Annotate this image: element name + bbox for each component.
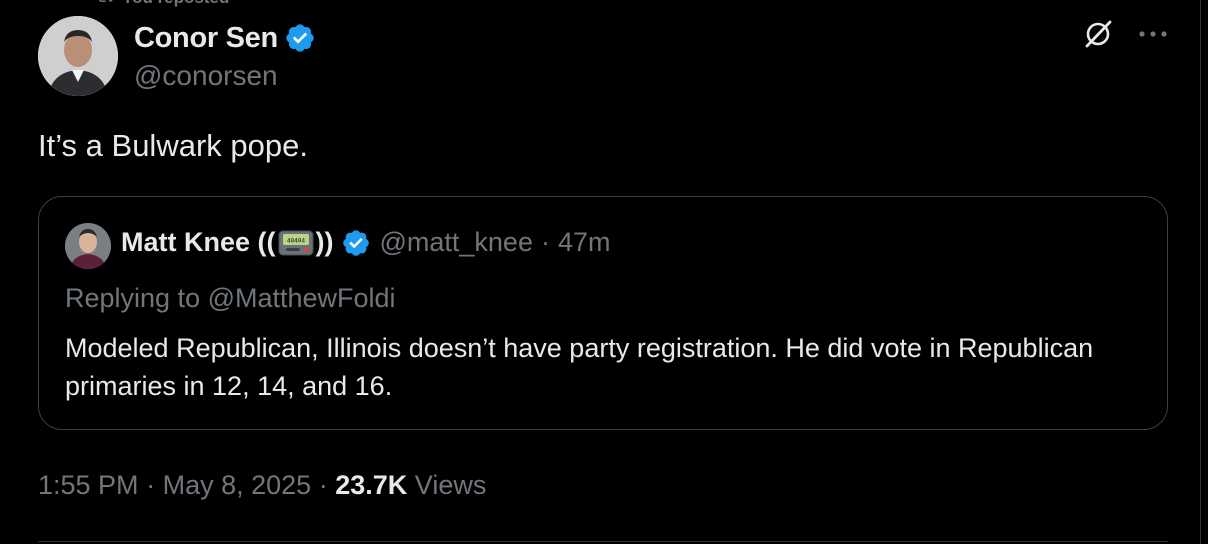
quoted-meta-separator: · — [540, 227, 550, 257]
tweet-text: It’s a Bulwark pope. — [38, 128, 308, 163]
quoted-verified-badge-icon[interactable] — [341, 228, 371, 258]
tweet-detail: You reposted Conor Sen @conorsen — [0, 0, 1208, 544]
section-divider — [38, 541, 1168, 542]
quoted-tweet-header: Matt Knee (( 40404 )) @matt_knee · 47m — [121, 227, 611, 258]
verified-badge-icon[interactable] — [284, 22, 316, 54]
quoted-author-name-suffix: )) — [315, 227, 334, 257]
tweet-top-actions — [1082, 18, 1168, 50]
column-divider — [1200, 0, 1201, 544]
views-count[interactable]: 23.7K — [335, 470, 407, 500]
quoted-tweet-card[interactable]: Matt Knee (( 40404 )) @matt_knee · 47m R… — [38, 196, 1168, 430]
pager-display-text: 40404 — [286, 237, 304, 244]
pager-emoji-icon: 40404 — [278, 230, 314, 256]
quoted-author-avatar[interactable] — [65, 223, 111, 269]
footer-separator: · — [146, 470, 156, 500]
views-label: Views — [414, 470, 487, 500]
repost-banner[interactable]: You reposted — [96, 0, 229, 8]
tweet-date[interactable]: May 8, 2025 — [163, 470, 312, 500]
quoted-author-handle[interactable]: @matt_knee — [379, 227, 532, 258]
quoted-author-name[interactable]: Matt Knee (( 40404 )) — [121, 227, 333, 258]
repost-icon — [96, 0, 114, 10]
author-handle[interactable]: @conorsen — [134, 60, 316, 92]
quoted-timestamp[interactable]: 47m — [558, 227, 611, 258]
footer-separator: · — [318, 470, 328, 500]
tweet-time[interactable]: 1:55 PM — [38, 470, 139, 500]
author-display-name[interactable]: Conor Sen — [134, 22, 278, 55]
quoted-tweet-text: Modeled Republican, Illinois doesn’t hav… — [65, 333, 1094, 401]
grok-icon[interactable] — [1082, 18, 1114, 50]
quoted-author-name-text: Matt Knee (( — [121, 227, 276, 257]
avatar[interactable] — [38, 16, 118, 96]
author-block: Conor Sen @conorsen — [134, 18, 316, 92]
tweet-footer: 1:55 PM · May 8, 2025 · 23.7K Views — [38, 470, 486, 501]
repost-banner-label: You reposted — [122, 0, 229, 8]
quoted-replying-to: Replying to @MatthewFoldi — [65, 283, 396, 313]
more-icon[interactable] — [1138, 29, 1168, 39]
